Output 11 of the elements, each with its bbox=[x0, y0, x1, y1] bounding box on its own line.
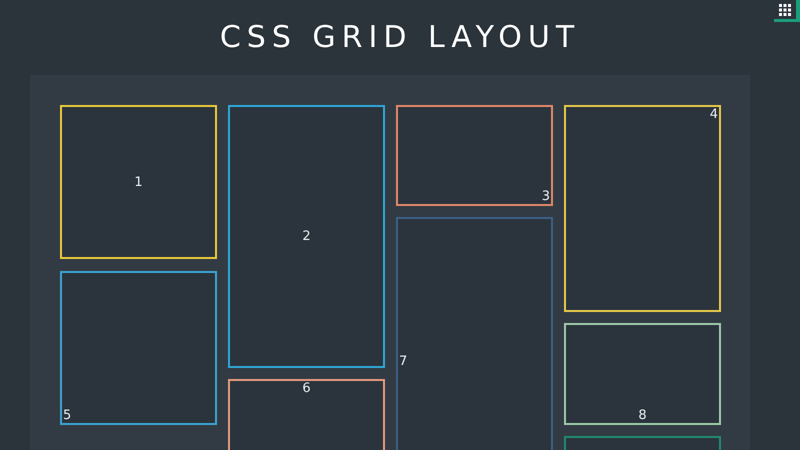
grid-icon bbox=[779, 4, 791, 16]
grid-toggle-button[interactable] bbox=[774, 0, 800, 22]
item-number: 2 bbox=[301, 229, 312, 244]
item-number: 6 bbox=[301, 381, 312, 396]
page-title: CSS GRID LAYOUT bbox=[220, 22, 580, 52]
item-number: 1 bbox=[133, 174, 144, 190]
item-number: 7 bbox=[398, 354, 408, 368]
item-number: 4 bbox=[708, 107, 719, 122]
item-number: 3 bbox=[540, 189, 551, 204]
item-number: 5 bbox=[62, 408, 72, 423]
item-number: 8 bbox=[637, 408, 648, 423]
